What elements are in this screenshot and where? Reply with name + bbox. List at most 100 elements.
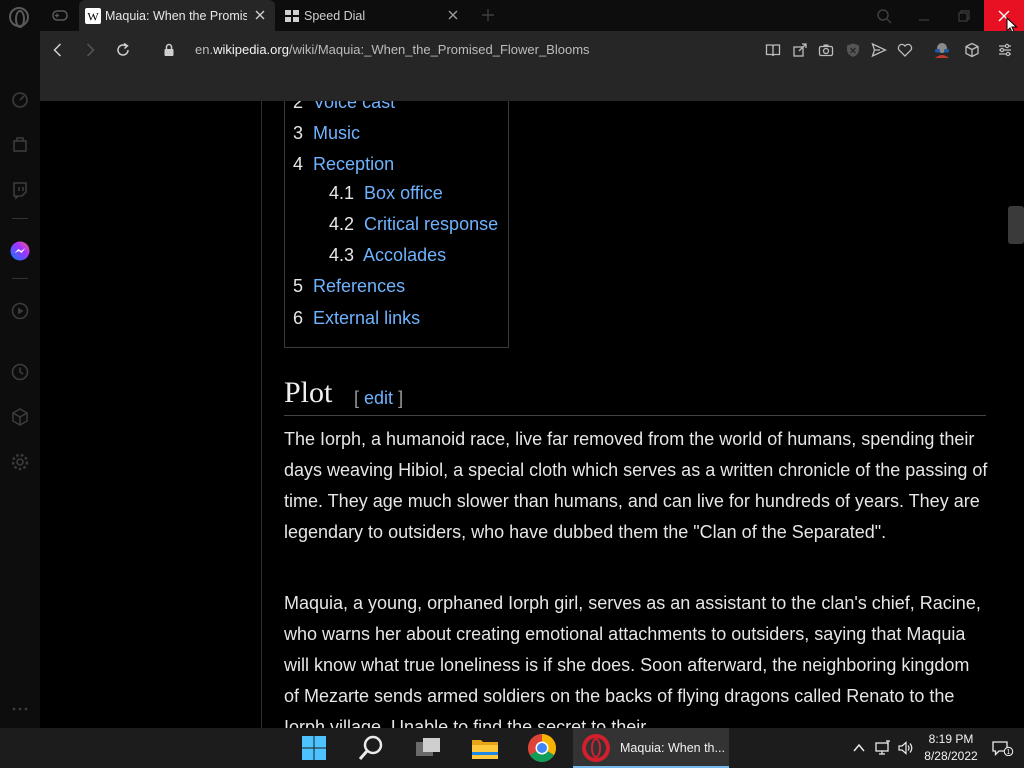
sidebar-divider: [12, 218, 28, 219]
tab-close-icon[interactable]: [446, 8, 460, 22]
tab-title: Maquia: When the Promised Flower Blooms: [105, 8, 247, 23]
toc-link[interactable]: External links: [313, 308, 420, 328]
toc-item[interactable]: 5 References: [293, 276, 405, 297]
plot-paragraph: Maquia, a young, orphaned Iorph girl, se…: [284, 593, 981, 728]
windows-start-icon[interactable]: [298, 732, 330, 764]
svg-text:W: W: [87, 9, 99, 23]
opera-menu-icon[interactable]: [9, 7, 29, 28]
back-icon[interactable]: [50, 42, 66, 58]
toc-item[interactable]: 4 Reception: [293, 154, 394, 175]
toc-number: 6: [293, 308, 304, 328]
toc-item[interactable]: 4.1 Box office: [329, 183, 443, 204]
profile-avatar-icon[interactable]: [933, 42, 949, 58]
shopping-bag-icon[interactable]: [10, 134, 30, 154]
sidebar-divider: [12, 278, 28, 279]
edit-bracket: ]: [398, 388, 404, 408]
toc-number: 4.3: [329, 245, 355, 265]
toc-number: 3: [293, 123, 304, 143]
tab-title: Speed Dial: [304, 8, 366, 23]
chrome-icon[interactable]: [526, 732, 558, 764]
new-tab-icon[interactable]: [481, 7, 495, 21]
toc-number: 5: [293, 276, 304, 296]
extensions-cube-icon[interactable]: [10, 407, 30, 427]
toc-item[interactable]: 2 Voice cast: [293, 101, 395, 113]
reader-mode-icon[interactable]: [765, 42, 781, 58]
page-content: 2 Voice cast 3 Music 4 Reception 4.1 Box…: [40, 101, 1024, 728]
wikipedia-icon: W: [85, 7, 101, 24]
restore-icon[interactable]: [944, 0, 984, 31]
url-prefix: en.: [195, 42, 214, 57]
reload-icon[interactable]: [115, 42, 131, 58]
system-clock[interactable]: 8:19 PM 8/28/2022: [916, 731, 986, 765]
url-domain: wikipedia.org: [213, 42, 289, 57]
bookmark-heart-icon[interactable]: [897, 42, 913, 58]
forward-icon[interactable]: [82, 42, 98, 58]
scrollbar-thumb[interactable]: [1008, 206, 1024, 244]
speed-dial-icon: [284, 8, 300, 24]
toc-number: 2: [293, 101, 304, 112]
search-tabs-icon[interactable]: [864, 0, 904, 31]
history-icon[interactable]: [10, 362, 30, 382]
tab-speed-dial[interactable]: Speed Dial: [278, 0, 468, 31]
lock-icon[interactable]: [161, 42, 177, 58]
toolbar-extension-area: [40, 69, 1024, 101]
section-heading: Plot: [284, 376, 333, 409]
tab-maquia[interactable]: W Maquia: When the Promised Flower Bloom…: [79, 0, 275, 31]
minimize-icon[interactable]: [904, 0, 944, 31]
clock-time: 8:19 PM: [928, 732, 974, 746]
ad-blocker-shield-icon[interactable]: [845, 42, 861, 58]
table-of-contents: 2 Voice cast 3 Music 4 Reception 4.1 Box…: [284, 101, 509, 348]
edit-bracket: [: [354, 388, 360, 408]
toc-link[interactable]: Music: [313, 123, 360, 143]
toc-link[interactable]: References: [313, 276, 405, 296]
network-icon[interactable]: [875, 740, 891, 756]
extensions-cube-icon[interactable]: [964, 42, 980, 58]
sidebar: [0, 31, 40, 728]
taskbar-app-label: Maquia: When th...: [620, 741, 725, 755]
speed-dial-sidebar-icon[interactable]: [10, 90, 30, 110]
toc-link[interactable]: Box office: [364, 183, 443, 203]
edit-section-link[interactable]: [ edit ]: [354, 388, 403, 409]
toc-item[interactable]: 6 External links: [293, 308, 420, 329]
share-icon[interactable]: [792, 42, 808, 58]
edit-link[interactable]: edit: [364, 388, 393, 408]
easy-setup-icon[interactable]: [997, 42, 1013, 58]
toc-link[interactable]: Voice cast: [313, 101, 395, 112]
heading-underline: [284, 415, 986, 416]
volume-icon[interactable]: [898, 740, 914, 756]
opera-icon: [582, 734, 610, 762]
messenger-icon[interactable]: [10, 241, 30, 261]
notification-count: 1: [1006, 747, 1010, 756]
toc-number: 4.1: [329, 183, 355, 203]
content-left-border: [261, 101, 262, 728]
send-icon[interactable]: [871, 42, 888, 58]
plot-paragraph: The Iorph, a humanoid race, live far rem…: [284, 429, 988, 542]
more-options-icon[interactable]: [10, 699, 30, 719]
file-explorer-icon[interactable]: [469, 732, 501, 764]
toc-link[interactable]: Accolades: [363, 245, 446, 265]
windows-taskbar: Maquia: When th... 8:19 PM 8/28/2022 1: [0, 728, 1024, 768]
url-field[interactable]: en.wikipedia.org/wiki/Maquia:_When_the_P…: [195, 42, 590, 57]
chevron-up-icon[interactable]: [851, 740, 867, 756]
url-path: /wiki/Maquia:_When_the_Promised_Flower_B…: [288, 42, 590, 57]
close-window-icon[interactable]: [984, 0, 1024, 31]
gamepad-icon[interactable]: [51, 7, 69, 23]
snapshot-camera-icon[interactable]: [818, 42, 834, 58]
toc-link[interactable]: Reception: [313, 154, 394, 174]
toc-item[interactable]: 4.3 Accolades: [329, 245, 446, 266]
player-icon[interactable]: [10, 301, 30, 321]
settings-gear-icon[interactable]: [10, 452, 30, 472]
toc-link[interactable]: Critical response: [364, 214, 498, 234]
twitch-icon[interactable]: [10, 180, 30, 200]
search-icon[interactable]: [356, 732, 388, 764]
clock-date: 8/28/2022: [924, 749, 978, 763]
task-view-icon[interactable]: [412, 732, 444, 764]
notification-center-icon[interactable]: 1: [992, 740, 1014, 757]
toc-number: 4.2: [329, 214, 355, 234]
toc-item[interactable]: 3 Music: [293, 123, 360, 144]
toc-number: 4: [293, 154, 304, 174]
tab-close-icon[interactable]: [253, 8, 267, 22]
tab-strip: W Maquia: When the Promised Flower Bloom…: [0, 0, 1024, 35]
toc-item[interactable]: 4.2 Critical response: [329, 214, 498, 235]
opera-taskbar-button[interactable]: Maquia: When th...: [573, 728, 729, 768]
